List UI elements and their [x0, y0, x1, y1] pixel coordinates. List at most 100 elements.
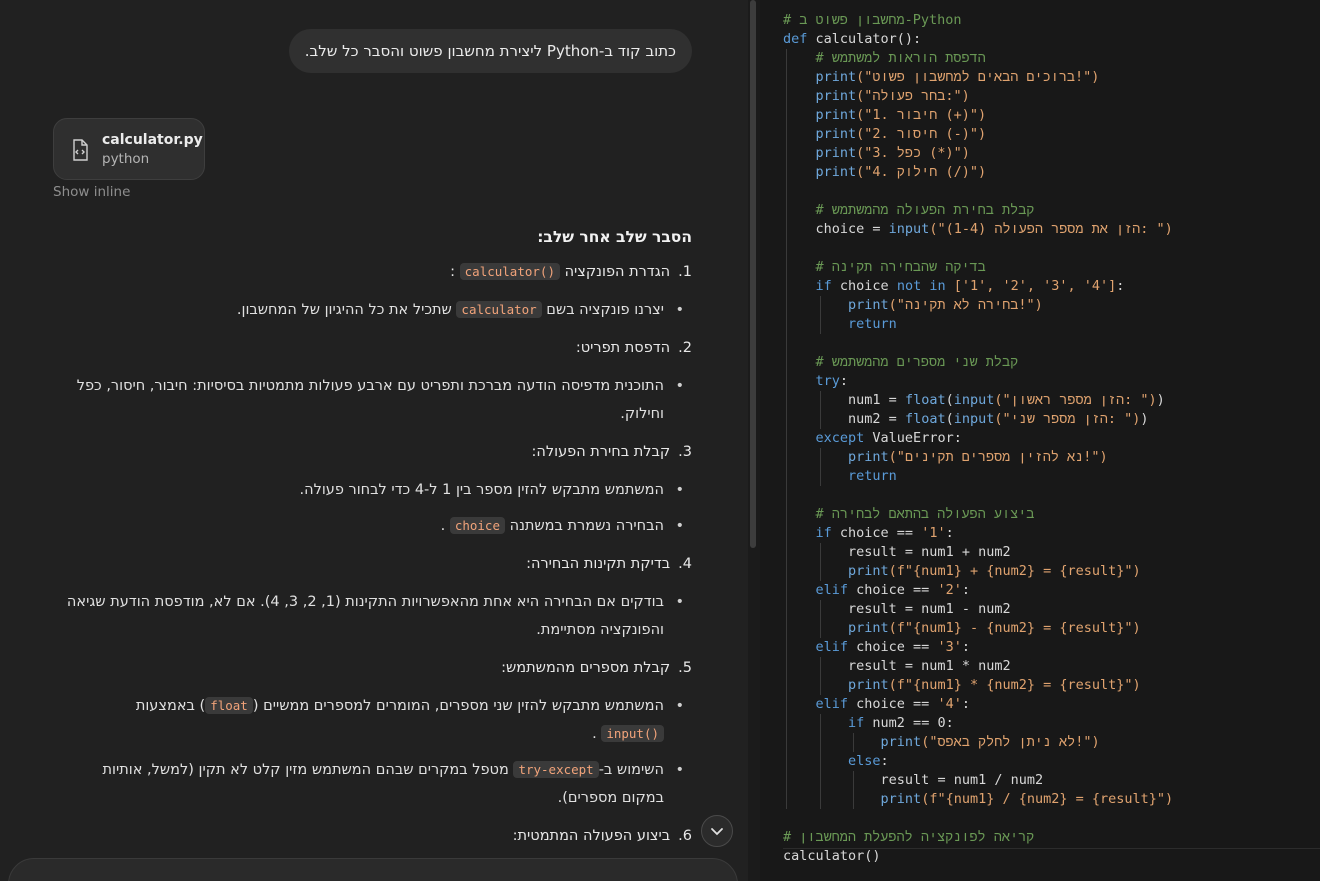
- code-token: float: [904, 411, 946, 427]
- code-token: ): [1140, 411, 1149, 427]
- code-token: print: [815, 107, 857, 123]
- code-token: :: [945, 525, 954, 541]
- scroll-down-button[interactable]: [701, 815, 733, 847]
- code-token: def: [783, 31, 816, 47]
- code-line: # ביצוע הפעולה בהתאם לבחירה: [783, 505, 1173, 524]
- code-line: print(f"{num1} * {num2} = {result}"): [783, 676, 1173, 695]
- code-token: print: [848, 297, 889, 313]
- code-line: # מחשבון פשוט ב-Python: [783, 11, 1173, 30]
- code-line: print("לא ניתן לחלק באפס!"): [783, 733, 1173, 752]
- bullet-item: בודקים אם הבחירה היא אחת מהאפשרויות התקי…: [44, 588, 684, 644]
- code-token: num1 =: [848, 392, 905, 408]
- code-token: :: [839, 373, 849, 389]
- code-token: num2 == 0:: [872, 715, 954, 731]
- message-composer[interactable]: [8, 858, 738, 881]
- code-line: return: [783, 467, 1173, 486]
- code-line: print(f"{num1} - {num2} = {result}"): [783, 619, 1173, 638]
- code-token: return: [848, 468, 897, 484]
- code-token: try: [815, 373, 840, 389]
- code-line: if choice == '1':: [783, 524, 1173, 543]
- code-token: ("הזן מספר שני: "): [994, 411, 1141, 427]
- code-line: return: [783, 315, 1173, 334]
- code-token: ("ברוכים הבאים למחשבון פשוט!"): [856, 69, 1100, 85]
- code-token: except: [815, 430, 873, 446]
- code-line: # בדיקה שהבחירה תקינה: [783, 258, 1173, 277]
- code-line: # הדפסת הוראות למשתמש: [783, 49, 1173, 68]
- code-token: # קריאה לפונקציה להפעלת המחשבון: [783, 829, 1035, 845]
- code-token: result = num1 / num2: [880, 772, 1044, 788]
- code-token: # בדיקה שהבחירה תקינה: [815, 259, 986, 275]
- code-line: num1 = float(input("הזן מספר ראשון: ")): [783, 391, 1173, 410]
- bullet-item: המשתמש מתבקש להזין מספר בין 1 ל-4 כדי לב…: [44, 476, 684, 504]
- code-token: ("2. חיסור (-)"): [856, 126, 987, 142]
- code-token: if: [848, 715, 873, 731]
- code-token: :: [880, 753, 889, 769]
- code-line: result = num1 / num2: [783, 771, 1173, 790]
- step-1: 1.הגדרת הפונקציה calculator() :: [450, 263, 692, 280]
- code-token: '2': [937, 582, 962, 598]
- show-inline-link[interactable]: Show inline: [53, 184, 130, 200]
- code-line: result = num1 + num2: [783, 543, 1173, 562]
- code-token: ("הזן מספר ראשון: "): [994, 392, 1157, 408]
- code-token: print: [880, 791, 922, 807]
- code-file-icon: [73, 139, 88, 161]
- scrollbar-thumb[interactable]: [750, 0, 756, 548]
- bullet-item: השימוש ב-try-except מטפל במקרים שבהם המש…: [44, 756, 684, 812]
- code-token: print: [880, 734, 922, 750]
- code-token: # ביצוע הפעולה בהתאם לבחירה: [815, 506, 1035, 522]
- code-token: (f"{num1} + {num2} = {result}"): [888, 563, 1141, 579]
- code-line: print("1. חיבור (+)"): [783, 106, 1173, 125]
- code-token: ("לא ניתן לחלק באפס!"): [921, 734, 1100, 750]
- code-token: input: [953, 411, 995, 427]
- code-editor[interactable]: # מחשבון פשוט ב-Python def calculator(): …: [783, 11, 1173, 866]
- code-line: print("נא להזין מספרים תקינים!"): [783, 448, 1173, 467]
- bullet-item: התוכנית מדפיסה הודעה מברכת ותפריט עם ארב…: [44, 372, 684, 428]
- code-token: choice ==: [856, 696, 938, 712]
- code-token: elif: [815, 639, 857, 655]
- code-line: def calculator():: [783, 30, 1173, 49]
- bullet-item: המשתמש מתבקש להזין שני מספרים, המומרים ל…: [44, 692, 684, 748]
- chat-scrollbar[interactable]: [748, 0, 760, 881]
- code-token: print: [815, 88, 857, 104]
- code-token: choice =: [815, 221, 889, 237]
- code-token: ("נא להזין מספרים תקינים!"): [888, 449, 1108, 465]
- code-token: if: [815, 525, 840, 541]
- code-token: input: [953, 392, 995, 408]
- code-token: choice ==: [856, 639, 938, 655]
- code-line: print("בחירה לא תקינה!"): [783, 296, 1173, 315]
- code-line: if num2 == 0:: [783, 714, 1173, 733]
- code-token: print: [848, 677, 889, 693]
- code-line: result = num1 - num2: [783, 600, 1173, 619]
- code-token: result = num1 - num2: [848, 601, 1011, 617]
- code-token: (: [945, 411, 954, 427]
- code-token: print: [815, 69, 857, 85]
- file-name: calculator.py: [102, 132, 203, 148]
- code-canvas: # מחשבון פשוט ב-Python def calculator(): …: [760, 0, 1320, 881]
- code-token: choice ==: [839, 525, 922, 541]
- code-token: else: [848, 753, 881, 769]
- user-message: כתוב קוד ב-Python ליצירת מחשבון פשוט והס…: [288, 29, 692, 73]
- code-line: print("2. חיסור (-)"): [783, 125, 1173, 144]
- code-token: print: [815, 164, 857, 180]
- chat-pane: כתוב קוד ב-Python ליצירת מחשבון פשוט והס…: [0, 0, 748, 881]
- code-token: '1': [921, 525, 946, 541]
- explanation-title: הסבר שלב אחר שלב:: [537, 228, 692, 246]
- code-token: print: [815, 126, 857, 142]
- code-token: elif: [815, 696, 857, 712]
- code-line: # קבלת בחירת הפעולה מהמשתמש: [783, 201, 1173, 220]
- code-token: calculator(): [783, 848, 881, 864]
- code-line: print("ברוכים הבאים למחשבון פשוט!"): [783, 68, 1173, 87]
- code-token: choice ==: [856, 582, 938, 598]
- file-type: python: [102, 151, 150, 167]
- step-3: 3.קבלת בחירת הפעולה:: [531, 444, 692, 460]
- code-token: result = num1 * num2: [848, 658, 1011, 674]
- code-token: '3': [937, 639, 962, 655]
- file-attachment-card[interactable]: calculator.py python: [53, 118, 205, 180]
- code-token: # מחשבון פשוט ב-Python: [783, 12, 962, 28]
- code-token: float: [904, 392, 946, 408]
- step-6: 6.ביצוע הפעולה המתמטית:: [512, 828, 692, 844]
- code-line: try:: [783, 372, 1173, 391]
